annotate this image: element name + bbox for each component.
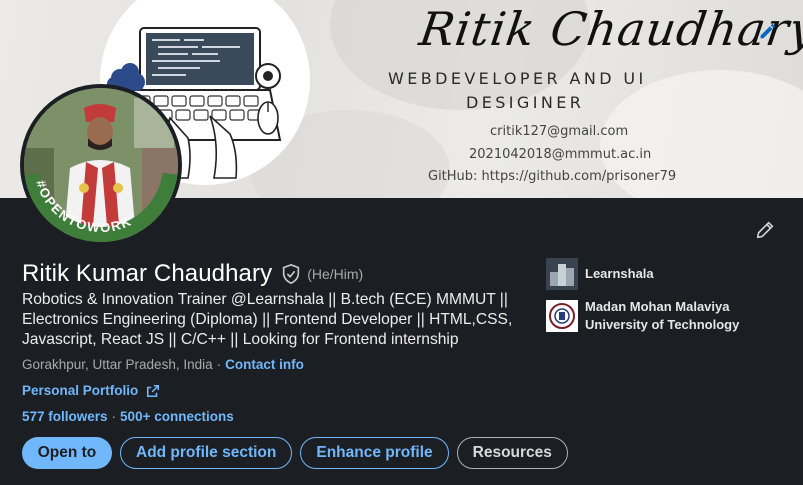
enhance-profile-button[interactable]: Enhance profile <box>300 437 449 469</box>
edit-intro-icon[interactable] <box>754 219 776 241</box>
open-to-button[interactable]: Open to <box>22 437 112 469</box>
banner-signature: Ritik Chaudhary <box>416 2 803 56</box>
school-name: Madan Mohan Malaviya University of Techn… <box>585 298 739 334</box>
banner-email-personal: critik127@gmail.com <box>490 124 629 139</box>
profile-actions: Open to Add profile section Enhance prof… <box>22 437 568 469</box>
open-to-work-badge: #OPENTOWORK <box>24 164 178 242</box>
banner-email-university: 2021042018@mmmut.ac.in <box>469 147 652 162</box>
connections-link[interactable]: 500+ connections <box>120 409 234 424</box>
profile-name: Ritik Kumar Chaudhary <box>22 260 273 287</box>
portfolio-row[interactable]: Personal Portfolio <box>22 383 160 398</box>
company-name: Learnshala <box>585 266 654 281</box>
learnshala-logo-icon <box>546 258 578 290</box>
verified-shield-icon[interactable] <box>280 263 302 285</box>
banner-role-line1: WEBDEVELOPER AND UI <box>388 69 647 88</box>
add-profile-section-button[interactable]: Add profile section <box>120 437 293 469</box>
profile-photo[interactable]: #OPENTOWORK <box>20 84 182 246</box>
banner-role-line2: DESIGINER <box>466 93 585 112</box>
portfolio-link[interactable]: Personal Portfolio <box>22 383 138 398</box>
name-row: Ritik Kumar Chaudhary (He/Him) <box>22 260 363 288</box>
followers-link[interactable]: 577 followers <box>22 409 108 424</box>
contact-info-link[interactable]: Contact info <box>225 357 304 372</box>
school-name-line1: Madan Mohan Malaviya <box>585 299 730 314</box>
avatar: #OPENTOWORK <box>24 88 178 242</box>
school-name-line2: University of Technology <box>585 317 740 332</box>
banner-github: GitHub: https://github.com/prisoner79 <box>428 169 677 184</box>
location-row: Gorakhpur, Uttar Pradesh, India · Contact … <box>22 357 304 372</box>
location: Gorakhpur, Uttar Pradesh, India <box>22 357 213 372</box>
external-link-icon <box>147 384 160 397</box>
resources-button[interactable]: Resources <box>456 437 568 469</box>
edit-banner-icon[interactable] <box>756 20 778 42</box>
pronouns: (He/Him) <box>307 266 364 282</box>
current-company[interactable]: Learnshala <box>546 258 654 290</box>
education-school[interactable]: Madan Mohan Malaviya University of Techn… <box>546 298 739 334</box>
profile-headline: Robotics & Innovation Trainer @Learnshal… <box>22 291 513 348</box>
network-row: 577 followers · 500+ connections <box>22 409 234 424</box>
university-logo-icon <box>546 300 578 332</box>
